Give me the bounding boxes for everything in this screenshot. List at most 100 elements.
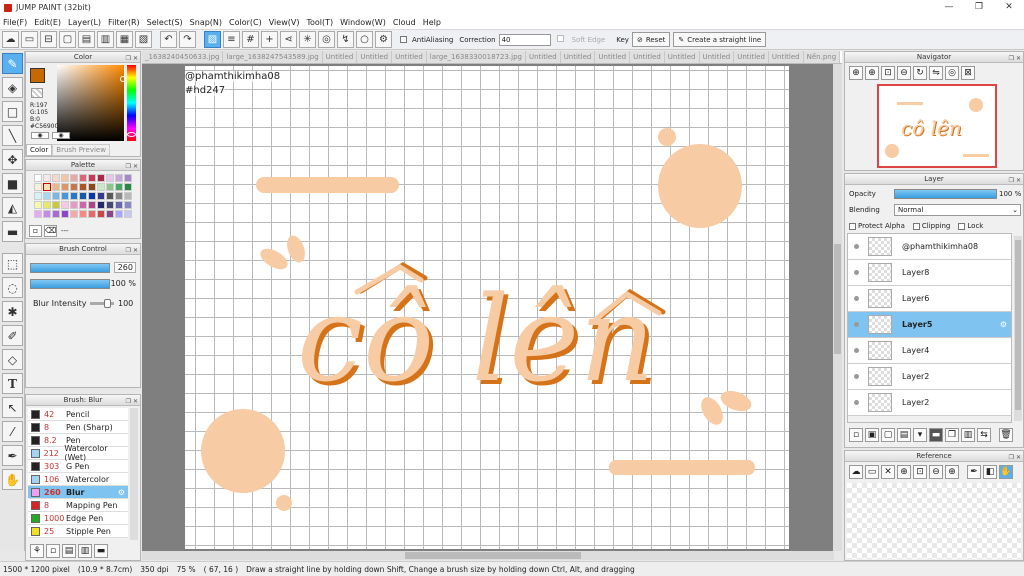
brush-tool-icon[interactable]: ✎: [2, 53, 23, 74]
snap-parallel-icon[interactable]: ≡: [223, 31, 240, 48]
document-tab[interactable]: Untitled: [595, 51, 631, 63]
palette-swatch[interactable]: [124, 192, 132, 200]
minimize-button[interactable]: —: [934, 0, 964, 15]
gear-icon[interactable]: ⚙: [1000, 320, 1007, 329]
palette-swatch[interactable]: [115, 183, 123, 191]
soft-edge-checkbox[interactable]: [556, 35, 564, 42]
zoom-in-icon[interactable]: ⊕: [849, 66, 863, 80]
zoom-plus-icon[interactable]: ⊕: [865, 66, 879, 80]
transparent-swatch[interactable]: [31, 88, 43, 98]
reset-button[interactable]: ⊘ Reset: [631, 32, 671, 47]
menu-edit[interactable]: Edit(E): [34, 18, 61, 27]
palette-swatch[interactable]: [97, 192, 105, 200]
palette-swatch[interactable]: [43, 210, 51, 218]
palette-swatch[interactable]: [61, 192, 69, 200]
line-tool-icon[interactable]: ╲: [2, 125, 23, 146]
blur-intensity-thumb[interactable]: [104, 299, 111, 308]
palette-swatch[interactable]: [70, 174, 78, 182]
brush-item[interactable]: 25 Stipple Pen: [28, 525, 128, 538]
gear-icon[interactable]: ⚙: [118, 488, 125, 497]
menu-window[interactable]: Window(W): [340, 18, 386, 27]
main-color-swatch[interactable]: [30, 68, 45, 83]
snap-ellipse-icon[interactable]: ○: [356, 31, 373, 48]
canvas-vscrollbar[interactable]: [833, 64, 842, 551]
menu-help[interactable]: Help: [423, 18, 441, 27]
undo-icon[interactable]: ↶: [160, 31, 177, 48]
straight-line-button[interactable]: ✎ Create a straight line: [673, 32, 767, 47]
layer-row[interactable]: Layer4: [848, 338, 1011, 364]
redo-icon[interactable]: ↷: [179, 31, 196, 48]
palette-swatch[interactable]: [43, 174, 51, 182]
menu-filter[interactable]: Filter(R): [108, 18, 140, 27]
ref-hand-icon[interactable]: ✋: [999, 465, 1013, 479]
palette-swatch[interactable]: [34, 201, 42, 209]
color-picker-square[interactable]: [57, 65, 124, 141]
lock-view-icon[interactable]: ⊠: [961, 66, 975, 80]
palette-swatch[interactable]: [124, 183, 132, 191]
document-tab[interactable]: large_1638247543589.jpg: [223, 51, 323, 63]
new-file-icon[interactable]: ▭: [21, 31, 38, 48]
palette-grid[interactable]: [34, 174, 132, 218]
text-tool-icon[interactable]: T: [2, 373, 23, 394]
palette-swatch[interactable]: [79, 210, 87, 218]
palette-swatch[interactable]: [88, 192, 96, 200]
palette-swatch[interactable]: [79, 192, 87, 200]
snap-vanish-icon[interactable]: ⋖: [280, 31, 297, 48]
export-icon[interactable]: ▦: [116, 31, 133, 48]
document-tab[interactable]: Untitled: [769, 51, 804, 63]
canvas-area[interactable]: @phamthikimha08 #hd247 cô lên cô lên: [142, 64, 834, 551]
palette-swatch[interactable]: [106, 174, 114, 182]
snap-curve-icon[interactable]: ↯: [337, 31, 354, 48]
brush-size-slider[interactable]: [30, 263, 110, 273]
menu-color[interactable]: Color(C): [229, 18, 262, 27]
menu-file[interactable]: File(F): [3, 18, 27, 27]
select-rect-icon[interactable]: ⬚: [2, 253, 23, 274]
palette-swatch[interactable]: [124, 201, 132, 209]
rect-tool-icon[interactable]: □: [2, 101, 23, 122]
new-8bit-icon[interactable]: ▤: [897, 428, 911, 442]
palette-swatch[interactable]: [52, 201, 60, 209]
pages-icon[interactable]: ▥: [97, 31, 114, 48]
brush-folder-icon[interactable]: ▫: [46, 544, 60, 558]
menu-select[interactable]: Select(S): [147, 18, 183, 27]
picker-mode-icon[interactable]: ◉: [52, 132, 70, 139]
palette-swatch[interactable]: [97, 174, 105, 182]
hue-slider[interactable]: [127, 65, 136, 141]
palette-swatch[interactable]: [106, 201, 114, 209]
ref-close-icon[interactable]: ✕: [881, 465, 895, 479]
brush-add-icon[interactable]: ⚘: [30, 544, 44, 558]
layer-row[interactable]: Layer2: [848, 364, 1011, 390]
palette-delete-icon[interactable]: ⌫: [44, 225, 57, 237]
palette-swatch[interactable]: [70, 183, 78, 191]
palette-swatch[interactable]: [115, 174, 123, 182]
brush-item[interactable]: 1000 Edge Pen: [28, 512, 128, 525]
doc-icon[interactable]: ▧: [135, 31, 152, 48]
layer-row[interactable]: Layer5 ⚙: [848, 312, 1011, 338]
dropper-tool-icon[interactable]: ⁄: [2, 421, 23, 442]
select-pen-icon[interactable]: ✐: [2, 325, 23, 346]
reference-canvas[interactable]: [847, 483, 1021, 559]
tab-brush-preview[interactable]: Brush Preview: [52, 144, 110, 156]
palette-swatch[interactable]: [106, 183, 114, 191]
merge-down-icon[interactable]: ▥: [961, 428, 975, 442]
visibility-icon[interactable]: [854, 296, 859, 301]
layer-row[interactable]: Layer6: [848, 286, 1011, 312]
palette-swatch[interactable]: [52, 210, 60, 218]
brush-folder2-icon[interactable]: ▬: [94, 544, 108, 558]
palette-swatch[interactable]: [115, 201, 123, 209]
restore-button[interactable]: ❐: [964, 0, 994, 15]
brush-size-value[interactable]: 260: [114, 262, 136, 273]
document-tab[interactable]: _1638240450633.jpg: [142, 51, 224, 63]
duplicate-layer-icon[interactable]: ❐: [945, 428, 959, 442]
new-folder-icon[interactable]: ▬: [929, 428, 943, 442]
layer-row[interactable]: Layer8: [848, 260, 1011, 286]
document-tab[interactable]: Untitled: [526, 51, 561, 63]
palette-swatch[interactable]: [88, 174, 96, 182]
select-eraser-icon[interactable]: ◇: [2, 349, 23, 370]
palette-swatch[interactable]: [61, 201, 69, 209]
document-tab[interactable]: Nền.png: [804, 51, 841, 63]
new-halftone-icon[interactable]: ▣: [865, 428, 879, 442]
palette-swatch[interactable]: [61, 183, 69, 191]
palette-swatch[interactable]: [43, 183, 51, 191]
palette-swatch[interactable]: [34, 210, 42, 218]
